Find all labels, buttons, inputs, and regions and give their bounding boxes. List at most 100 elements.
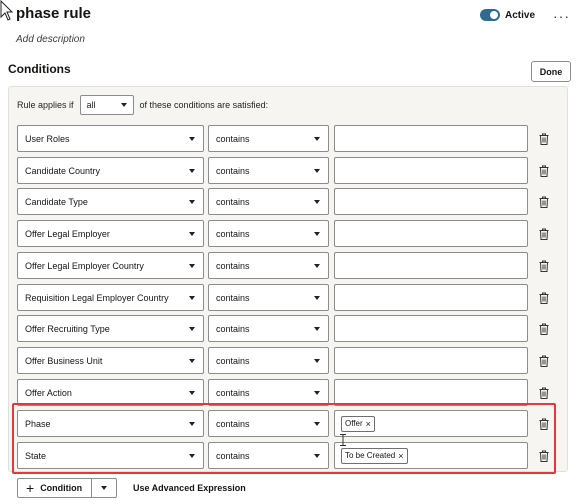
page-title: phase rule bbox=[16, 5, 92, 22]
condition-operator-label: contains bbox=[216, 387, 250, 398]
condition-operator-select[interactable]: contains bbox=[208, 125, 329, 152]
trash-icon[interactable] bbox=[539, 133, 549, 145]
condition-operator-select[interactable]: contains bbox=[208, 379, 329, 406]
condition-field-select[interactable]: Candidate Country bbox=[17, 157, 204, 184]
condition-field-label: Phase bbox=[25, 418, 51, 429]
condition-operator-label: contains bbox=[216, 165, 250, 176]
trash-icon[interactable] bbox=[539, 450, 549, 462]
trash-icon[interactable] bbox=[539, 292, 549, 304]
chevron-down-icon bbox=[314, 264, 320, 268]
condition-field-select[interactable]: Offer Legal Employer Country bbox=[17, 252, 204, 279]
condition-operator-select[interactable]: contains bbox=[208, 315, 329, 342]
done-button[interactable]: Done bbox=[531, 61, 571, 82]
condition-field-select[interactable]: User Roles bbox=[17, 125, 204, 152]
add-description-link[interactable]: Add description bbox=[16, 34, 85, 45]
value-chip: To be Created × bbox=[341, 447, 408, 464]
value-chip: Offer × bbox=[341, 415, 375, 432]
trash-icon[interactable] bbox=[539, 418, 549, 430]
condition-operator-label: contains bbox=[216, 292, 250, 303]
condition-operator-label: contains bbox=[216, 355, 250, 366]
chevron-down-icon bbox=[101, 486, 107, 490]
chevron-down-icon bbox=[189, 200, 195, 204]
condition-value-input[interactable] bbox=[334, 379, 528, 406]
trash-icon[interactable] bbox=[539, 387, 549, 399]
add-condition-button[interactable]: + Condition bbox=[17, 478, 117, 498]
condition-operator-select[interactable]: contains bbox=[208, 252, 329, 279]
condition-value-input[interactable]: Offer × bbox=[334, 410, 528, 437]
condition-value-input[interactable] bbox=[334, 315, 528, 342]
condition-operator-label: contains bbox=[216, 260, 250, 271]
add-condition-label: Condition bbox=[40, 483, 83, 493]
plus-icon: + bbox=[26, 480, 35, 496]
chevron-down-icon bbox=[189, 264, 195, 268]
condition-field-label: Offer Action bbox=[25, 387, 72, 398]
applies-value: all bbox=[86, 100, 96, 110]
condition-field-select[interactable]: Offer Action bbox=[17, 379, 204, 406]
condition-operator-select[interactable]: contains bbox=[208, 410, 329, 437]
chevron-down-icon bbox=[314, 232, 320, 236]
trash-icon[interactable] bbox=[539, 165, 549, 177]
chevron-down-icon bbox=[314, 137, 320, 141]
condition-operator-select[interactable]: contains bbox=[208, 284, 329, 311]
condition-field-select[interactable]: Offer Legal Employer bbox=[17, 220, 204, 247]
condition-operator-select[interactable]: contains bbox=[208, 188, 329, 215]
chevron-down-icon bbox=[120, 103, 127, 107]
applies-suffix: of these conditions are satisfied: bbox=[139, 100, 269, 110]
condition-value-input[interactable] bbox=[334, 220, 528, 247]
conditions-title: Conditions bbox=[8, 62, 71, 76]
close-icon[interactable]: × bbox=[398, 451, 403, 461]
condition-field-select[interactable]: Offer Recruiting Type bbox=[17, 315, 204, 342]
condition-value-input[interactable] bbox=[334, 347, 528, 374]
condition-operator-select[interactable]: contains bbox=[208, 347, 329, 374]
trash-icon[interactable] bbox=[539, 355, 549, 367]
condition-value-input[interactable] bbox=[334, 284, 528, 311]
condition-operator-select[interactable]: contains bbox=[208, 157, 329, 184]
text-cursor-icon bbox=[340, 434, 346, 446]
condition-field-label: User Roles bbox=[25, 133, 70, 144]
condition-field-select[interactable]: Requisition Legal Employer Country bbox=[17, 284, 204, 311]
condition-value-input[interactable] bbox=[334, 188, 528, 215]
chevron-down-icon bbox=[189, 232, 195, 236]
condition-field-select[interactable]: Offer Business Unit bbox=[17, 347, 204, 374]
condition-field-label: State bbox=[25, 450, 47, 461]
chevron-down-icon bbox=[314, 359, 320, 363]
condition-operator-select[interactable]: contains bbox=[208, 220, 329, 247]
condition-field-select[interactable]: Candidate Type bbox=[17, 188, 204, 215]
close-icon[interactable]: × bbox=[366, 419, 371, 429]
trash-icon[interactable] bbox=[539, 196, 549, 208]
mouse-pointer-icon bbox=[0, 0, 14, 21]
applies-select[interactable]: all bbox=[79, 95, 134, 115]
toggle-switch[interactable] bbox=[480, 9, 500, 21]
condition-operator-label: contains bbox=[216, 323, 250, 334]
condition-operator-label: contains bbox=[216, 228, 250, 239]
condition-operator-label: contains bbox=[216, 450, 250, 461]
chevron-down-icon bbox=[189, 359, 195, 363]
trash-icon[interactable] bbox=[539, 260, 549, 272]
active-toggle[interactable]: Active bbox=[480, 9, 535, 21]
chevron-down-icon bbox=[189, 169, 195, 173]
value-chip-label: To be Created bbox=[345, 451, 396, 460]
trash-icon[interactable] bbox=[539, 228, 549, 240]
chevron-down-icon bbox=[189, 327, 195, 331]
chevron-down-icon bbox=[314, 327, 320, 331]
chevron-down-icon bbox=[314, 200, 320, 204]
condition-value-input[interactable] bbox=[334, 252, 528, 279]
condition-field-select[interactable]: Phase bbox=[17, 410, 204, 437]
rule-applies-row: Rule applies if all of these conditions … bbox=[17, 95, 268, 115]
chevron-down-icon bbox=[314, 391, 320, 395]
condition-value-input[interactable] bbox=[334, 157, 528, 184]
condition-operator-select[interactable]: contains bbox=[208, 442, 329, 469]
condition-value-input[interactable] bbox=[334, 125, 528, 152]
condition-value-input[interactable]: To be Created × bbox=[334, 442, 528, 469]
add-condition-main[interactable]: + Condition bbox=[18, 479, 92, 497]
condition-field-label: Offer Legal Employer Country bbox=[25, 260, 144, 271]
condition-operator-label: contains bbox=[216, 196, 250, 207]
condition-field-select[interactable]: State bbox=[17, 442, 204, 469]
advanced-expression-link[interactable]: Use Advanced Expression bbox=[133, 483, 246, 493]
more-options-icon[interactable]: ··· bbox=[553, 8, 570, 24]
condition-operator-label: contains bbox=[216, 133, 250, 144]
trash-icon[interactable] bbox=[539, 323, 549, 335]
chevron-down-icon bbox=[314, 454, 320, 458]
chevron-down-icon bbox=[314, 422, 320, 426]
add-condition-dropdown[interactable] bbox=[92, 479, 116, 497]
